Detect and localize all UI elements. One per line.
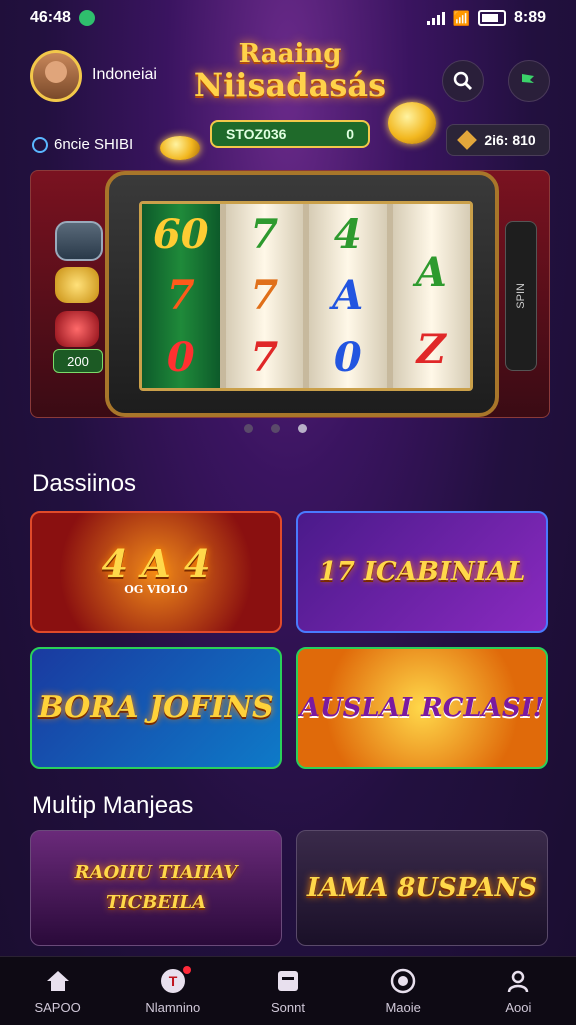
- reel-symbol: 7: [250, 272, 279, 320]
- balance-badge: 0: [346, 126, 354, 142]
- nav-item-home[interactable]: SAPOO: [8, 968, 108, 1015]
- status-time: 46:48: [30, 9, 71, 26]
- status-bar: 46:48 📶 8:89: [0, 0, 576, 36]
- carousel-dot[interactable]: [271, 424, 280, 433]
- nav-label: Sonnt: [270, 999, 305, 1015]
- game-title: 4 A 4: [101, 540, 211, 586]
- game-subtitle: OG VIOLO: [124, 582, 188, 596]
- reel-symbol: 4: [333, 211, 362, 259]
- nav-label: Nlamnino: [145, 999, 201, 1015]
- game-title: RAOIIU TIAIIAV TICBEILA: [74, 862, 238, 913]
- nav-label: SAPOO: [34, 999, 81, 1015]
- avatar[interactable]: [30, 50, 82, 102]
- search-button[interactable]: [442, 60, 484, 102]
- logo-line-1: Raaing: [238, 39, 342, 69]
- bottom-nav: SAPOO T Nlamnino Sonnt Maoie Aooi: [0, 956, 576, 1025]
- side-badge: 200: [53, 349, 103, 373]
- user-id-text: 6ncie SHIBI: [54, 136, 134, 153]
- game-title: BORA JOFINS: [38, 690, 274, 725]
- signal-icon: [426, 11, 445, 25]
- nav-label: Aooi: [505, 999, 532, 1015]
- game-title: 17 ICABINIAL: [318, 557, 526, 587]
- id-icon: [32, 136, 48, 153]
- hero-banner[interactable]: 200 60 7 0 7 7 7 4 A 0 A Z SPIN: [30, 170, 550, 418]
- flag-button[interactable]: [508, 60, 550, 102]
- reel-1: 60 7 0: [142, 204, 220, 388]
- game-card-1[interactable]: 4 A 4 OG VIOLO: [30, 511, 282, 633]
- shield-icon: [78, 10, 95, 26]
- nav-item-globe[interactable]: Maoie: [353, 968, 453, 1015]
- reel-symbol: 0: [166, 333, 195, 381]
- app-logo: Raaing Niisadasás: [180, 40, 400, 120]
- logo-line-2: Niisadasás: [193, 66, 387, 104]
- game-title: AUSLAI RCLASI!: [299, 693, 545, 723]
- notification-dot: [182, 965, 191, 974]
- game-card-6[interactable]: IAMA 8USPANS: [296, 830, 548, 946]
- reel-symbol: 0: [333, 333, 362, 381]
- svg-text:T: T: [169, 973, 178, 989]
- reel-symbol: A: [332, 272, 364, 320]
- carousel-dots[interactable]: [244, 424, 307, 433]
- reel-symbol: 7: [250, 333, 279, 381]
- game-title: IAMA 8USPANS: [306, 873, 538, 903]
- carousel-dot-active[interactable]: [298, 424, 307, 433]
- header: Indoneiai Raaing Niisadasás STOZ036 0 6n…: [0, 40, 576, 160]
- reels: 60 7 0 7 7 7 4 A 0 A Z: [139, 201, 473, 391]
- gem-icon: [457, 130, 478, 150]
- game-card-5[interactable]: RAOIIU TIAIIAV TICBEILA: [30, 830, 282, 946]
- balance-box[interactable]: STOZ036 0: [210, 120, 370, 148]
- globe-icon: [389, 968, 417, 994]
- token-chip[interactable]: [55, 311, 99, 347]
- reel-4: A Z: [392, 204, 470, 388]
- reel-symbol: 60: [152, 211, 209, 259]
- game-card-4[interactable]: AUSLAI RCLASI!: [296, 647, 548, 769]
- section-title-casinos: Dassiinos: [32, 470, 137, 497]
- reel-symbol: 7: [166, 272, 195, 320]
- home-icon: [44, 968, 72, 994]
- lever-label: SPIN: [515, 283, 527, 309]
- wifi-icon: 📶: [452, 9, 470, 26]
- coin-icon: [388, 102, 436, 144]
- reel-symbol: 7: [250, 211, 279, 259]
- flag-icon: [522, 74, 534, 89]
- user-icon: [504, 968, 532, 994]
- search-icon: [453, 71, 473, 91]
- gems-value: 2i6: 810: [484, 132, 536, 148]
- reel-3: 4 A 0: [309, 204, 387, 388]
- reel-symbol: A: [415, 249, 447, 296]
- carousel-dot[interactable]: [244, 424, 253, 433]
- nav-label: Maoie: [385, 999, 421, 1015]
- balance-value: STOZ036: [226, 126, 287, 142]
- character-chip[interactable]: [55, 221, 103, 261]
- box-icon: [274, 968, 302, 994]
- reel-symbol: Z: [416, 326, 446, 373]
- slot-machine: 60 7 0 7 7 7 4 A 0 A Z: [105, 171, 499, 417]
- status-clock: 8:89: [513, 9, 546, 26]
- reel-2: 7 7 7: [225, 204, 303, 388]
- nav-item-box[interactable]: Sonnt: [238, 968, 338, 1015]
- game-card-2[interactable]: 17 ICABINIAL: [296, 511, 548, 633]
- game-card-3[interactable]: BORA JOFINS: [30, 647, 282, 769]
- battery-icon: [477, 10, 506, 26]
- username: Indoneiai: [92, 66, 157, 83]
- nav-item-profile[interactable]: Aooi: [468, 968, 568, 1015]
- coin-chip[interactable]: [55, 267, 99, 303]
- user-id: 6ncie SHIBI: [32, 136, 133, 153]
- spin-lever[interactable]: SPIN: [505, 221, 537, 371]
- nav-item-chip[interactable]: T Nlamnino: [123, 965, 223, 1015]
- coin-icon: [160, 136, 200, 160]
- section-title-multiplayer: Multip Manjeas: [32, 792, 194, 819]
- gems-counter[interactable]: 2i6: 810: [446, 124, 550, 156]
